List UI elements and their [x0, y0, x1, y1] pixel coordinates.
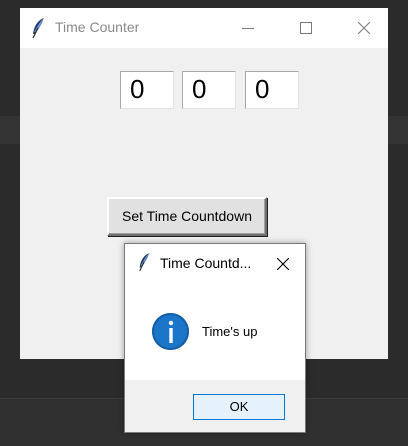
minimize-button[interactable] [220, 8, 276, 48]
title-bar[interactable]: Time Counter [20, 8, 388, 48]
close-button[interactable] [336, 8, 392, 48]
maximize-button[interactable] [278, 8, 334, 48]
seconds-field[interactable]: 0 [245, 71, 299, 109]
feather-icon [30, 17, 48, 39]
dialog-title-bar[interactable]: Time Countd... [125, 244, 305, 282]
close-icon [277, 258, 289, 270]
close-icon [358, 22, 370, 34]
dialog-close-button[interactable] [269, 250, 297, 278]
dialog-message: Time's up [202, 324, 258, 339]
maximize-icon [300, 22, 312, 34]
minutes-field[interactable]: 0 [182, 71, 236, 109]
window-title: Time Counter [55, 19, 140, 35]
hours-field[interactable]: 0 [120, 71, 174, 109]
dialog-title: Time Countd... [160, 255, 252, 271]
set-time-countdown-button[interactable]: Set Time Countdown [107, 197, 267, 236]
info-icon [152, 313, 189, 350]
ok-button[interactable]: OK [193, 394, 285, 420]
feather-icon [137, 252, 153, 272]
minimize-icon [242, 28, 254, 29]
times-up-dialog: Time Countd... Time's up OK [124, 243, 306, 433]
